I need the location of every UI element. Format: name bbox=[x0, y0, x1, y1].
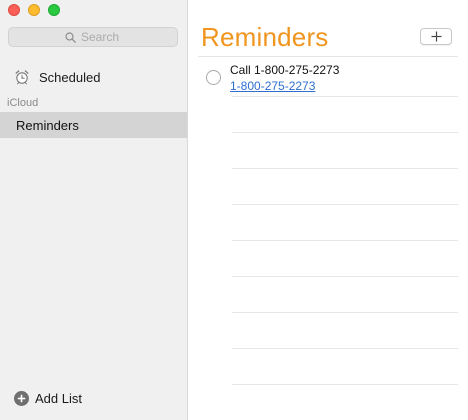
minimize-window-button[interactable] bbox=[28, 4, 40, 16]
section-label-icloud: iCloud bbox=[7, 97, 39, 109]
header-divider bbox=[198, 56, 458, 57]
close-window-button[interactable] bbox=[8, 4, 20, 16]
row-divider bbox=[232, 240, 458, 241]
reminders-window: Scheduled iCloud Reminders Add List Remi… bbox=[0, 0, 468, 420]
row-divider bbox=[232, 384, 458, 385]
reminder-phone-link[interactable]: 1-800-275-2273 bbox=[230, 79, 315, 93]
row-divider bbox=[232, 204, 458, 205]
list-title: Reminders bbox=[201, 22, 329, 52]
sidebar-item-scheduled[interactable]: Scheduled bbox=[14, 66, 100, 88]
sidebar-item-label: Scheduled bbox=[39, 69, 101, 85]
zoom-window-button[interactable] bbox=[48, 4, 60, 16]
row-divider bbox=[232, 96, 458, 97]
sidebar-item-label: Reminders bbox=[16, 117, 79, 133]
window-controls bbox=[8, 4, 60, 16]
add-list-label: Add List bbox=[35, 391, 82, 406]
alarm-clock-icon bbox=[15, 70, 29, 85]
row-divider bbox=[232, 132, 458, 133]
reminder-title[interactable]: Call 1-800-275-2273 bbox=[230, 63, 339, 77]
reminder-checkbox[interactable] bbox=[206, 70, 221, 85]
row-divider bbox=[232, 168, 458, 169]
plus-icon bbox=[431, 31, 441, 42]
row-divider bbox=[232, 348, 458, 349]
row-divider bbox=[232, 276, 458, 277]
sidebar-item-reminders[interactable]: Reminders bbox=[0, 112, 187, 138]
search-field[interactable] bbox=[8, 27, 178, 47]
add-circle-icon bbox=[14, 391, 29, 406]
search-icon bbox=[65, 31, 76, 43]
sidebar: Scheduled iCloud Reminders Add List bbox=[0, 0, 188, 420]
row-divider bbox=[232, 312, 458, 313]
add-list-button[interactable]: Add List bbox=[14, 391, 82, 406]
add-reminder-button[interactable] bbox=[420, 28, 452, 45]
search-input[interactable] bbox=[81, 30, 121, 44]
reminder-list-pane: Reminders Call 1-800-275-2273 1-800-275-… bbox=[188, 0, 468, 420]
